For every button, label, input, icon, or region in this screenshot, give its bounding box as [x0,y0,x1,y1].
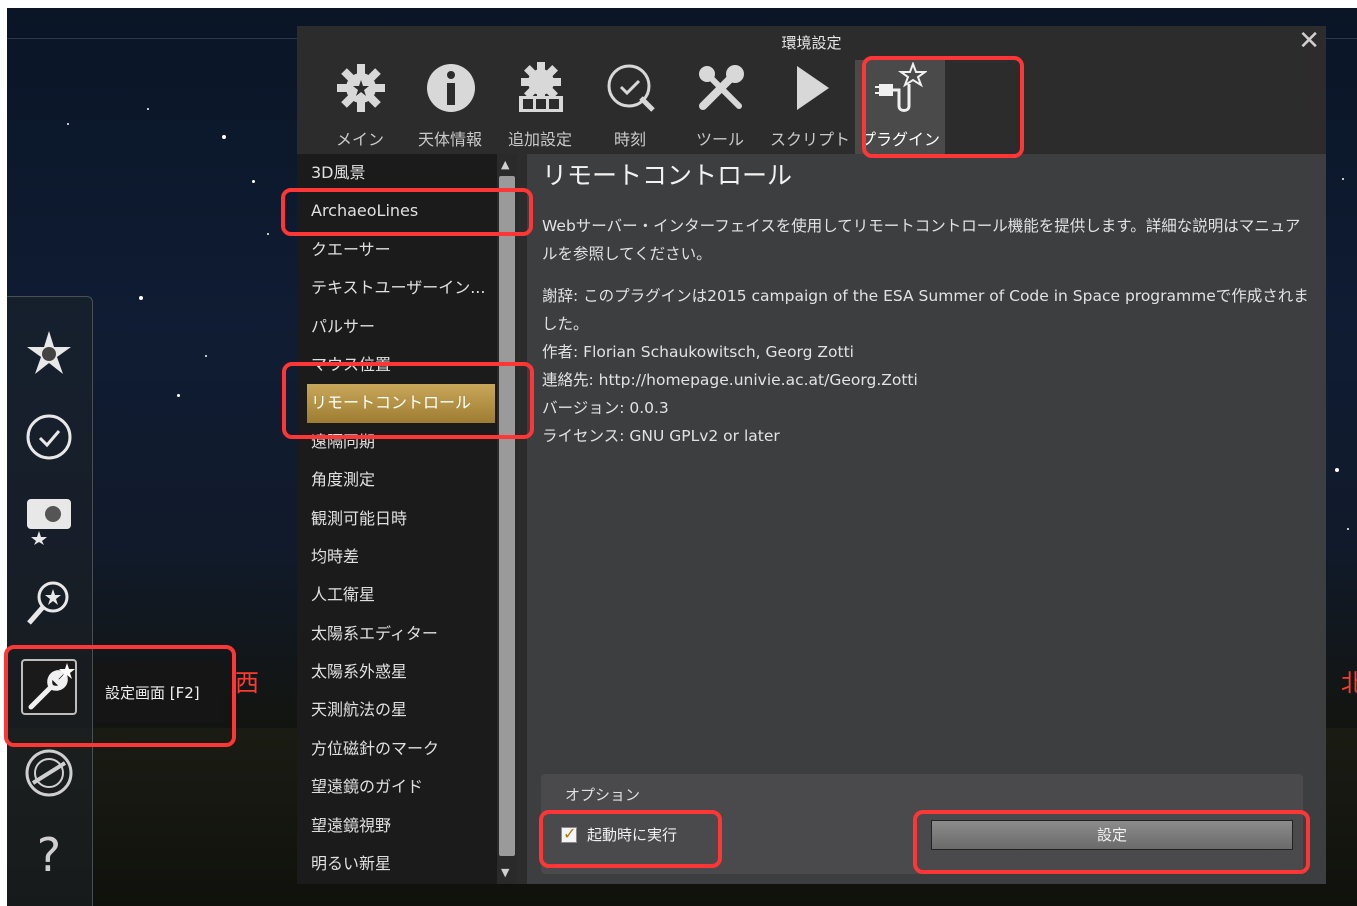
plugin-details: リモートコントロール Webサーバー・インターフェイスを使用してリモートコントロ… [527,154,1326,884]
plugin-description: Webサーバー・インターフェイスを使用してリモートコントロール機能を提供します。… [542,217,1301,263]
sky-display-icon [27,331,71,374]
close-icon[interactable]: ✕ [1298,26,1320,56]
star [1335,468,1339,472]
plugin-list[interactable]: 3D風景 ArchaeoLines クエーサー テキストユーザーイン... パル… [297,154,517,884]
configure-button[interactable]: 設定 [931,820,1293,850]
list-item[interactable]: テキストユーザーイン... [297,269,495,307]
checkbox-checked-icon[interactable] [561,824,577,843]
list-item[interactable]: 角度測定 [297,461,495,499]
options-group: オプション 起動時に実行 設定 [541,774,1303,874]
star [205,355,207,357]
star [252,180,255,183]
clock-icon [26,414,72,460]
list-item[interactable]: 遠隔同期 [297,423,495,461]
tooltip: 設定画面 [F2] [93,662,223,722]
plugin-description-block: Webサーバー・インターフェイスを使用してリモートコントロール機能を提供します。… [542,212,1312,450]
plugin-thanks: 謝辞: このプラグインは2015 campaign of the ESA Sum… [542,287,1309,333]
list-item[interactable]: クエーサー [297,231,495,269]
clock-icon [607,64,655,112]
list-scrollbar[interactable]: ▲ ▼ [497,154,517,884]
configuration-button[interactable] [21,659,77,715]
dialog-title: 環境設定 [781,34,842,52]
plugin-title: リモートコントロール [542,161,793,190]
tab-label: プラグイン [859,130,940,149]
list-item[interactable]: パルサー [297,308,495,346]
star [139,296,143,300]
plugin-icon [875,62,927,112]
list-item[interactable]: 望遠鏡視野 [297,807,495,845]
scrollbar-thumb[interactable] [499,176,515,856]
tab-label: 時刻 [613,130,646,149]
list-item[interactable]: 太陽系エディター [297,615,495,653]
list-item[interactable]: マウス位置 [297,346,495,384]
tab-scripts[interactable]: スクリプト [765,60,855,154]
extras-gear-icon [519,62,563,112]
list-item[interactable]: 天測航法の星 [297,691,495,729]
star [147,108,149,110]
tab-label: スクリプト [769,130,850,149]
list-item[interactable]: 望遠鏡のガイド [297,768,495,806]
load-at-startup-label: 起動時に実行 [587,826,678,844]
star [222,135,226,139]
info-icon [427,64,475,112]
star [267,233,269,235]
list-item[interactable]: ArchaeoLines [297,192,495,230]
options-label: オプション [565,786,641,804]
date-time-button[interactable] [21,409,77,465]
load-at-startup-checkbox[interactable]: 起動時に実行 [561,824,677,845]
list-item[interactable]: 観測可能日時 [297,500,495,538]
gear-icon [337,64,385,112]
tab-main[interactable]: メイン [315,60,405,154]
left-toolbar: ? [7,296,93,906]
tab-bar: メイン 天体情報 追加設定 時刻 ツール スクリプト プラグイン [315,60,945,154]
plugin-license: ライセンス: GNU GPLv2 or later [542,427,780,445]
tab-plugins[interactable]: プラグイン [855,60,945,154]
wrench-star-icon [28,663,75,710]
search-button[interactable] [21,575,77,631]
configuration-dialog: 環境設定 ✕ メイン 天体情報 追加設定 時刻 ツール スクリプト プラグイン … [297,26,1326,884]
plugin-version: バージョン: 0.0.3 [542,399,669,417]
star [67,123,69,125]
scroll-up-icon[interactable]: ▲ [501,158,509,171]
tab-label: ツール [695,130,744,149]
search-icon [27,581,69,625]
telescope-icon [25,749,73,797]
deep-sky-button[interactable] [21,491,77,547]
plugin-contact: 連絡先: http://homepage.univie.ac.at/Georg.… [542,371,918,389]
telescope-control-button[interactable] [21,745,77,801]
list-item-selected[interactable]: リモートコントロール [307,384,495,423]
tab-label: メイン [335,130,384,149]
star [1347,528,1349,530]
sky-display-button[interactable] [21,325,77,381]
help-button[interactable]: ? [21,827,77,883]
scroll-down-icon[interactable]: ▼ [501,866,509,879]
star [1342,178,1344,180]
list-item[interactable]: 人工衛星 [297,576,495,614]
list-item[interactable]: 3D風景 [297,154,495,192]
tab-information[interactable]: 天体情報 [405,60,495,154]
tab-label: 天体情報 [417,130,482,149]
list-item[interactable]: 均時差 [297,538,495,576]
compass-west-label: 西 [235,669,259,697]
help-icon: ? [36,828,62,882]
plugin-author: 作者: Florian Schaukowitsch, Georg Zotti [542,343,854,361]
tab-tools[interactable]: ツール [675,60,765,154]
star [177,394,180,397]
tab-extras[interactable]: 追加設定 [495,60,585,154]
tab-label: 追加設定 [507,130,572,149]
tools-icon [699,65,744,110]
list-item[interactable]: 太陽系外惑星 [297,653,495,691]
list-item[interactable]: 方位磁針のマーク [297,730,495,768]
play-icon [797,66,829,110]
list-item[interactable]: 明るい新星 [297,845,495,883]
compass-north-label: 北 [1341,669,1357,697]
tab-time[interactable]: 時刻 [585,60,675,154]
deep-sky-icon [27,499,71,545]
